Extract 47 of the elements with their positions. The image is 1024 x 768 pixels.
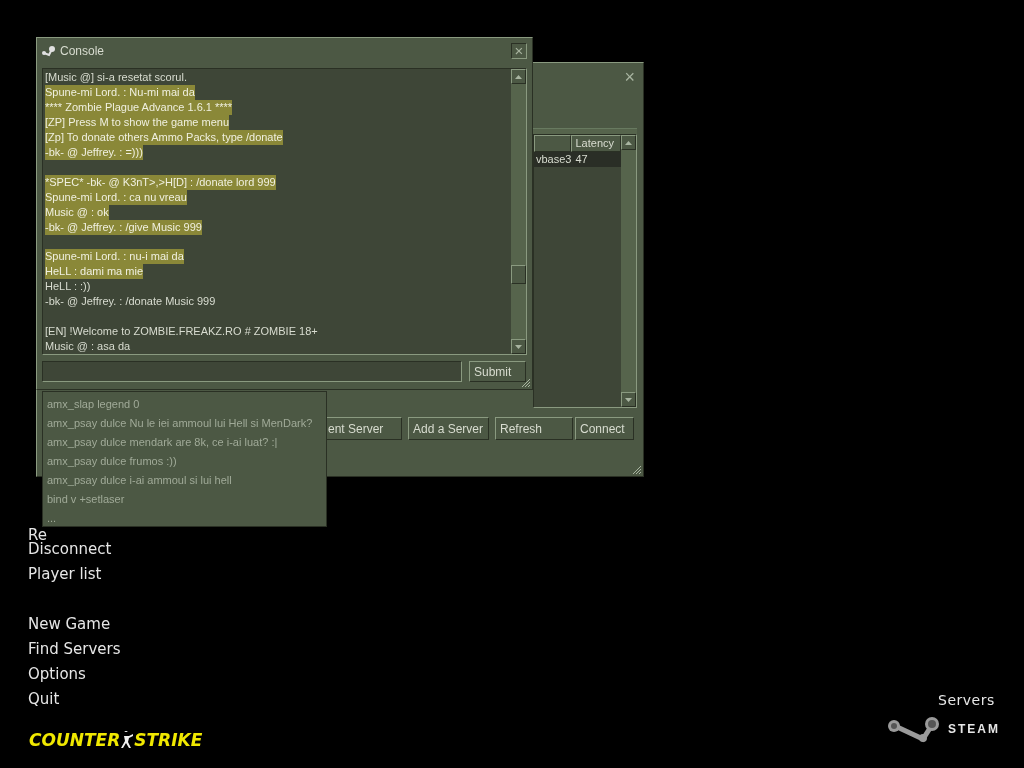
dialog-button[interactable]: Refresh [495, 417, 573, 440]
history-item[interactable]: ... [47, 509, 326, 528]
server-row[interactable]: vbase3 47 [534, 152, 622, 167]
console-line: HeLL : :)) [45, 279, 91, 295]
command-input[interactable] [42, 361, 462, 382]
history-item[interactable]: amx_psay dulce frumos :)) [47, 452, 326, 471]
scrollbar[interactable] [511, 69, 526, 354]
history-item[interactable]: amx_psay dulce i-ai ammoul si lui hell [47, 471, 326, 490]
table-cell-text: 47 [574, 152, 589, 167]
menu-item[interactable]: Disconnect [28, 542, 121, 567]
submit-button[interactable]: Submit [469, 361, 526, 382]
close-icon[interactable]: × [624, 68, 635, 86]
game-logo: COUNTER STRIKE [29, 731, 203, 749]
scrollbar[interactable] [621, 135, 637, 407]
window-title: Console [60, 43, 106, 60]
scroll-thumb[interactable] [511, 265, 526, 284]
scroll-up-button[interactable] [621, 135, 637, 150]
column-header[interactable] [534, 135, 572, 152]
scroll-up-button[interactable] [511, 69, 526, 84]
console-line: [EN] !Welcome to ZOMBIE.FREAKZ.RO # ZOMBIE 18+ [45, 324, 318, 339]
menu-item[interactable]: Options [28, 667, 121, 692]
history-item[interactable]: amx_slap legend 0 [47, 395, 326, 414]
history-item[interactable]: bind v +setlaser [47, 490, 326, 509]
resize-grip-icon[interactable] [520, 377, 531, 388]
menu-item[interactable]: New Game [28, 617, 121, 642]
scroll-down-button[interactable] [621, 392, 637, 407]
table-cell-text: vbase3 [535, 152, 572, 167]
servers-link[interactable]: Servers [938, 690, 995, 711]
menu-item[interactable]: Player list [28, 567, 121, 592]
steam-logo: STEAM [886, 715, 1000, 743]
menu-item[interactable]: Find Servers [28, 642, 121, 667]
console-line: [Music @] si-a resetat scorul. [45, 70, 187, 85]
scroll-down-button[interactable] [511, 339, 526, 354]
close-button[interactable]: × [511, 43, 527, 59]
resize-grip-icon[interactable] [631, 464, 642, 475]
menu-item[interactable]: Re [28, 528, 121, 542]
dialog-button[interactable]: Add a Server [408, 417, 489, 440]
triangle-down-icon [515, 344, 522, 349]
column-header[interactable]: Latency [571, 135, 622, 152]
steam-icon [42, 45, 56, 57]
triangle-up-icon [625, 140, 633, 145]
console-line: -bk- @ Jeffrey. : /donate Music 999 [45, 294, 216, 310]
menu-item[interactable]: Quit [28, 692, 121, 717]
dialog-button[interactable]: Connect [575, 417, 634, 440]
triangle-down-icon [625, 397, 633, 402]
console-line: Music @ : asa da [45, 339, 131, 354]
triangle-up-icon [515, 74, 522, 79]
